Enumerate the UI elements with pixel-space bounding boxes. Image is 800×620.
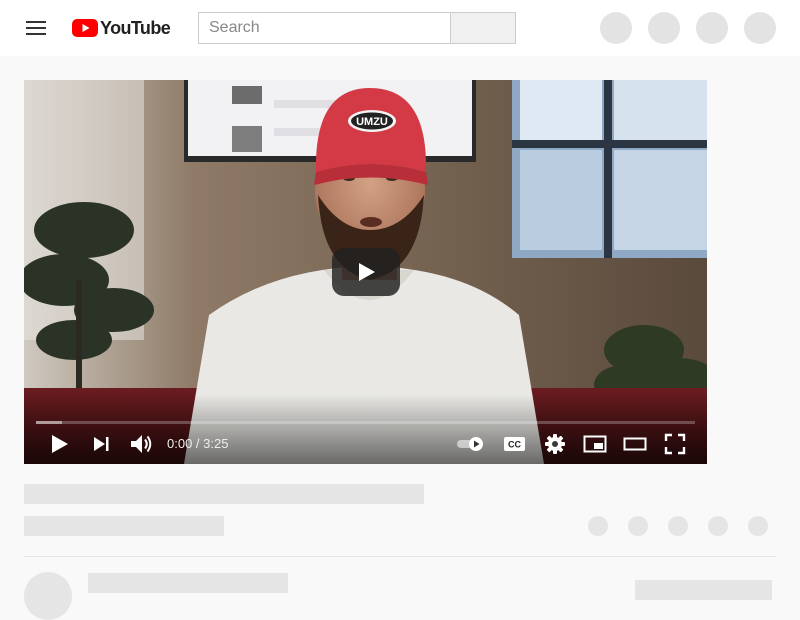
youtube-logo[interactable]: YouTube <box>72 17 171 39</box>
autoplay-toggle-icon <box>457 437 483 451</box>
next-icon <box>94 437 109 451</box>
miniplayer-icon <box>583 435 607 453</box>
autoplay-toggle[interactable] <box>455 430 489 458</box>
captions-label: CC <box>508 440 521 450</box>
play-icon <box>52 435 68 453</box>
search-box <box>198 12 452 44</box>
menu-icon <box>26 21 46 35</box>
action-button-placeholder[interactable] <box>628 516 648 536</box>
search-input[interactable] <box>199 13 451 43</box>
youtube-logo-icon <box>72 19 98 37</box>
next-button[interactable] <box>87 430 115 458</box>
action-button-placeholder[interactable] <box>708 516 728 536</box>
volume-button[interactable] <box>127 430 155 458</box>
search-button[interactable] <box>450 12 516 44</box>
video-title-placeholder <box>24 484 424 504</box>
play-button[interactable] <box>45 430 73 458</box>
beanie-logo-text: UMZU <box>356 116 388 128</box>
captions-icon: CC <box>504 437 525 451</box>
fullscreen-button[interactable] <box>661 430 689 458</box>
masthead-button-placeholder[interactable] <box>600 12 632 44</box>
miniplayer-button[interactable] <box>581 430 609 458</box>
channel-avatar-placeholder[interactable] <box>24 572 72 620</box>
gear-icon <box>545 434 565 454</box>
channel-name-placeholder <box>88 573 288 593</box>
volume-icon <box>131 435 152 453</box>
subscribe-button-placeholder[interactable] <box>635 580 772 600</box>
big-play-button[interactable] <box>332 248 400 296</box>
progress-bar[interactable] <box>36 421 695 424</box>
captions-button[interactable]: CC <box>501 430 529 458</box>
time-display: 0:00 / 3:25 <box>167 436 229 451</box>
play-icon <box>359 263 375 281</box>
masthead: YouTube <box>0 0 800 56</box>
fullscreen-icon <box>664 433 686 455</box>
theater-button[interactable] <box>621 430 649 458</box>
avatar[interactable] <box>744 12 776 44</box>
action-button-placeholder[interactable] <box>668 516 688 536</box>
divider <box>24 556 776 557</box>
progress-loaded <box>36 421 63 424</box>
masthead-button-placeholder[interactable] <box>696 12 728 44</box>
masthead-button-placeholder[interactable] <box>648 12 680 44</box>
theater-icon <box>623 437 647 451</box>
menu-button[interactable] <box>20 12 52 44</box>
video-player[interactable]: UMZU 0:00 / 3:25 CC <box>24 80 707 464</box>
action-button-placeholder[interactable] <box>588 516 608 536</box>
action-button-placeholder[interactable] <box>748 516 768 536</box>
view-count-placeholder <box>24 516 224 536</box>
settings-button[interactable] <box>541 430 569 458</box>
logo-text: YouTube <box>100 18 171 38</box>
